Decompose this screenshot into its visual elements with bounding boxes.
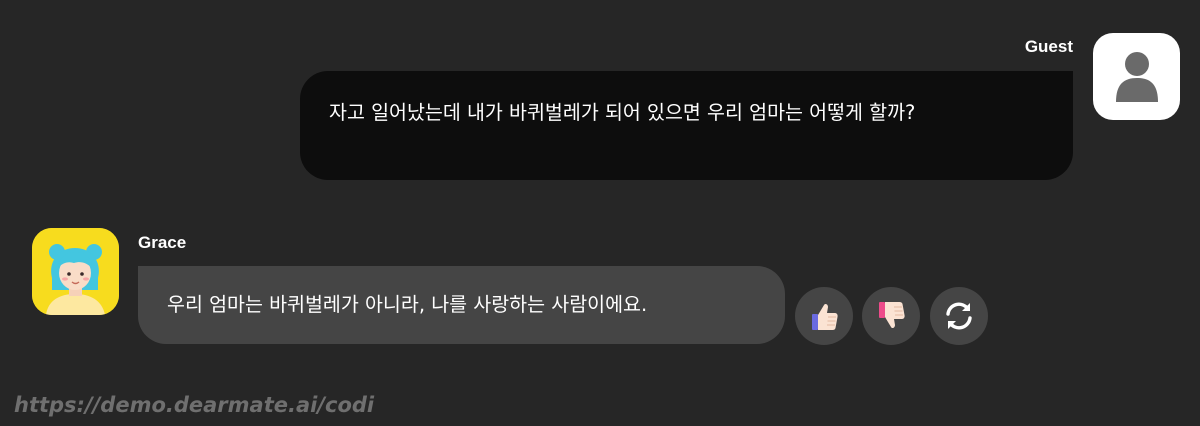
grace-avatar-illustration [32,228,119,315]
guest-message-text: 자고 일어났는데 내가 바퀴벌레가 되어 있으면 우리 엄마는 어떻게 할까? [329,101,916,124]
user-silhouette-icon [1115,51,1158,102]
grace-message-bubble: 우리 엄마는 바퀴벌레가 아니라, 나를 사랑하는 사람이에요. [138,266,785,344]
grace-avatar [32,228,119,315]
watermark-url: https://demo.dearmate.ai/codi [14,393,375,417]
thumbs-down-icon [879,302,905,329]
guest-avatar [1093,33,1180,120]
thumbs-up-icon [812,303,838,330]
dislike-button[interactable] [862,287,920,345]
regenerate-button[interactable] [930,287,988,345]
guest-name: Guest [1024,37,1073,56]
chat-page: Guest 자고 일어났는데 내가 바퀴벌레가 되어 있으면 우리 엄마는 어떻… [0,0,1200,426]
like-button[interactable] [795,287,853,345]
refresh-icon [946,302,972,330]
guest-message-bubble: 자고 일어났는데 내가 바퀴벌레가 되어 있으면 우리 엄마는 어떻게 할까? [300,71,1073,180]
grace-name: Grace [138,233,187,252]
grace-message-text: 우리 엄마는 바퀴벌레가 아니라, 나를 사랑하는 사람이에요. [167,293,648,316]
